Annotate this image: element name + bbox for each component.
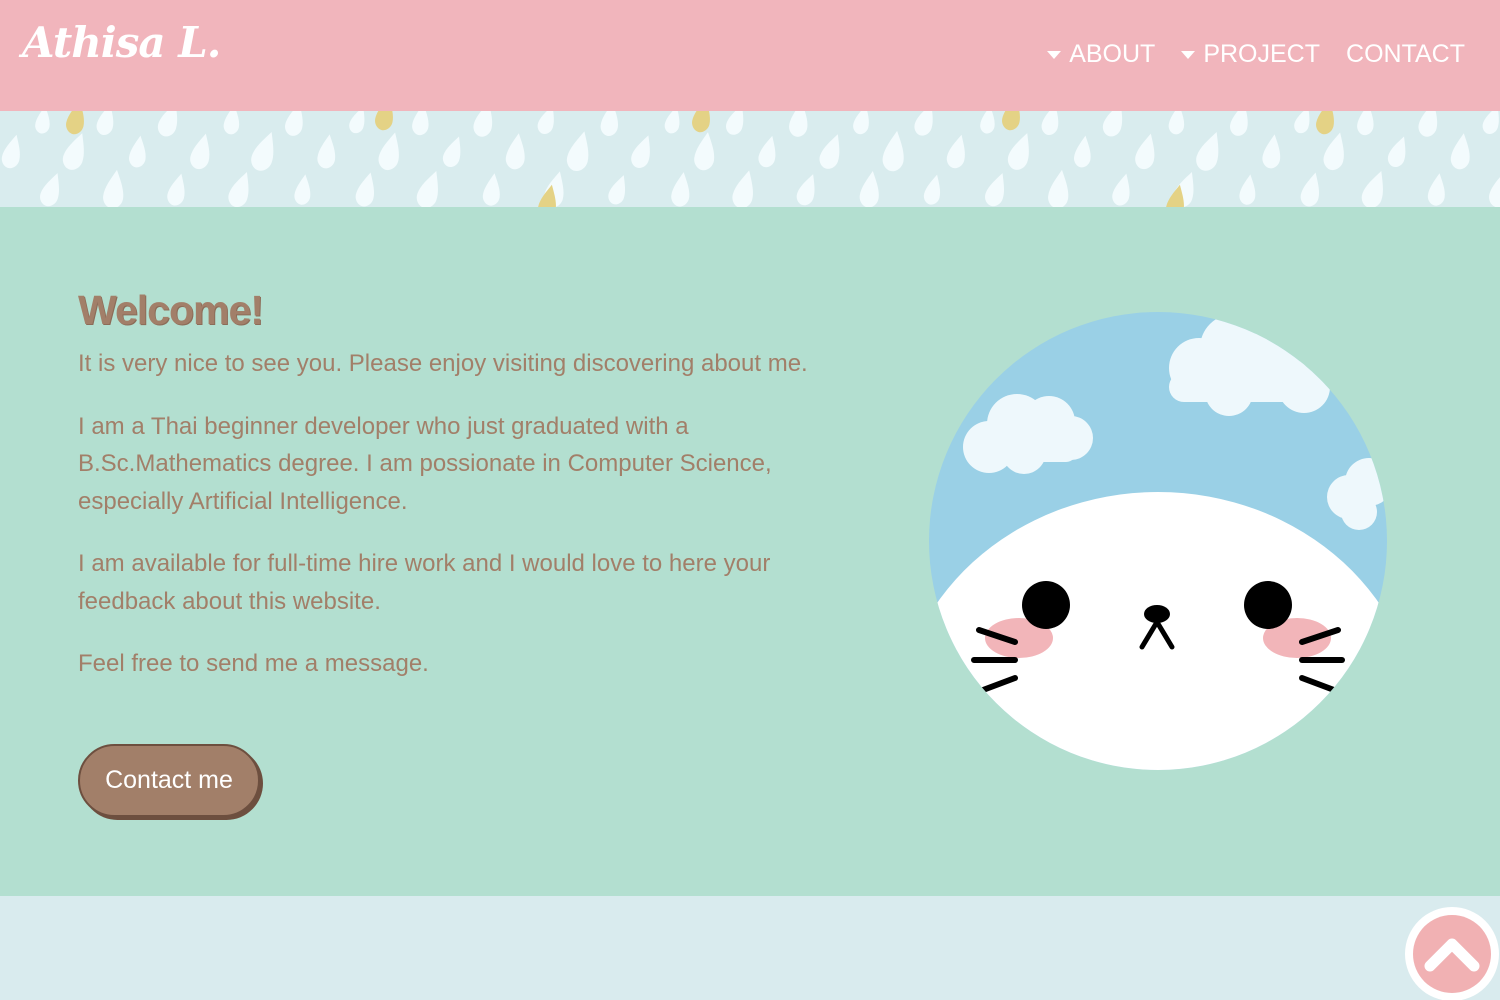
intro-paragraph: I am available for full-time hire work a… xyxy=(78,550,771,615)
intro-paragraph: I am a Thai beginner developer who just … xyxy=(78,412,772,515)
cat-face-icon xyxy=(929,312,1387,770)
raindrop-banner xyxy=(0,111,1500,207)
intro-paragraph: It is very nice to see you. Please enjoy… xyxy=(78,350,808,377)
welcome-section: Welcome! It is very nice to see you. Ple… xyxy=(0,207,1500,896)
main-nav: ABOUT PROJECT CONTACT xyxy=(1047,38,1465,70)
nav-item-about[interactable]: ABOUT xyxy=(1047,38,1155,70)
site-header: Athisa L. ABOUT PROJECT CONTACT xyxy=(0,0,1500,111)
intro-paragraph: Feel free to send me a message. xyxy=(78,650,429,677)
nav-item-label: ABOUT xyxy=(1069,40,1156,68)
back-to-top-button[interactable] xyxy=(1405,907,1499,1000)
nav-item-contact[interactable]: CONTACT xyxy=(1346,38,1465,70)
chevron-up-icon xyxy=(1424,938,1480,972)
nav-item-label: CONTACT xyxy=(1346,40,1465,68)
site-logo[interactable]: Athisa L. xyxy=(22,22,221,64)
nav-item-project[interactable]: PROJECT xyxy=(1181,38,1320,70)
intro-text: It is very nice to see you. Please enjoy… xyxy=(78,345,818,708)
caret-down-icon xyxy=(1047,51,1062,59)
page-title: Welcome! xyxy=(78,287,264,333)
raindrop-pattern xyxy=(0,111,1500,207)
contact-me-button[interactable]: Contact me xyxy=(78,744,260,817)
nav-item-label: PROJECT xyxy=(1203,40,1321,68)
footer-strip xyxy=(0,896,1500,1000)
back-to-top-circle xyxy=(1413,915,1491,993)
caret-down-icon xyxy=(1181,51,1196,59)
